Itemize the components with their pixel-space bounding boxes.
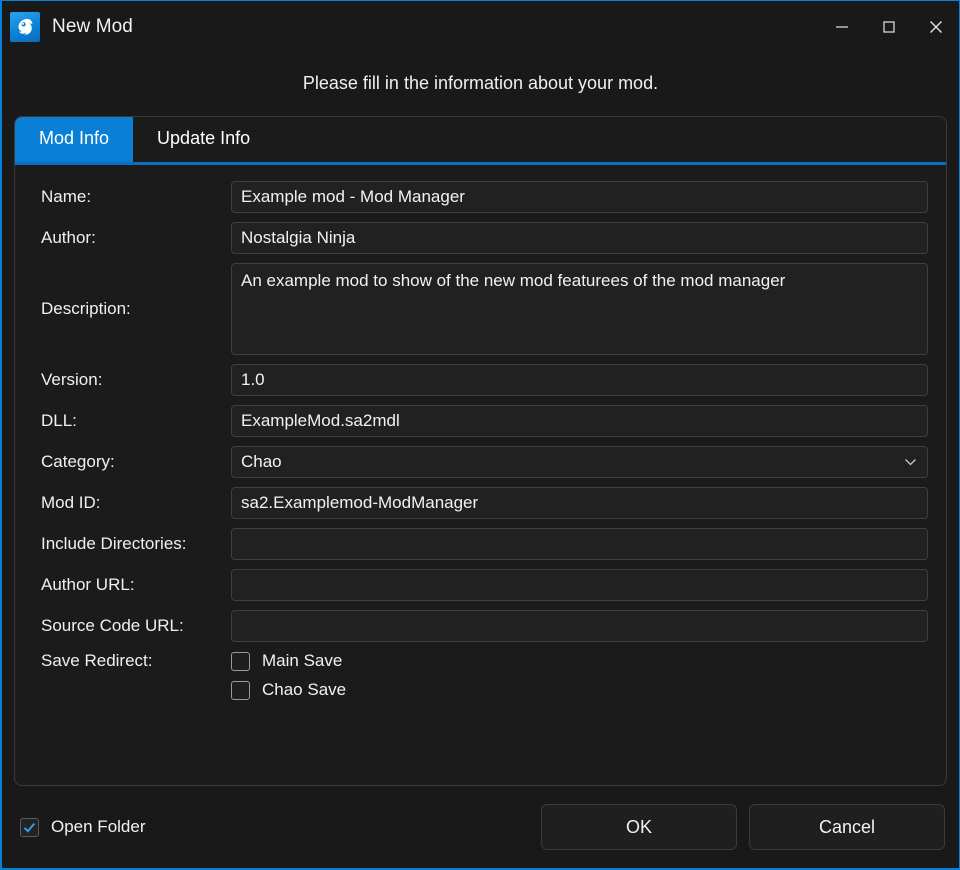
sonic-head-icon — [10, 12, 40, 42]
label-dll: DLL: — [41, 411, 77, 430]
minimize-icon[interactable] — [818, 1, 865, 53]
row-save-redirect-chao: Chao Save — [41, 680, 928, 700]
mod-id-input[interactable] — [231, 487, 928, 519]
row-description: Description: An example mod to show of t… — [41, 263, 928, 355]
tab-panel: Mod Info Update Info Name: Author: Descr… — [14, 116, 947, 786]
label-source-code-url: Source Code URL: — [41, 616, 184, 635]
row-save-redirect-main: Save Redirect: Main Save — [41, 651, 928, 671]
title-bar: New Mod — [2, 1, 959, 53]
category-select[interactable]: Chao — [231, 446, 928, 478]
label-author: Author: — [41, 228, 96, 247]
dialog-subtitle: Please fill in the information about you… — [302, 73, 659, 93]
row-name: Name: — [41, 181, 928, 213]
close-icon[interactable] — [912, 1, 959, 53]
maximize-icon[interactable] — [865, 1, 912, 53]
row-mod-id: Mod ID: — [41, 487, 928, 519]
dialog-footer: Open Folder OK Cancel — [2, 786, 959, 868]
version-input[interactable] — [231, 364, 928, 396]
open-folder-checkbox[interactable] — [20, 817, 39, 837]
row-source-code-url: Source Code URL: — [41, 610, 928, 642]
main-save-checkbox[interactable] — [231, 651, 250, 671]
row-author: Author: — [41, 222, 928, 254]
window-title: New Mod — [52, 16, 133, 37]
source-code-url-input[interactable] — [231, 610, 928, 642]
row-include-directories: Include Directories: — [41, 528, 928, 560]
include-directories-input[interactable] — [231, 528, 928, 560]
mod-info-form: Name: Author: Description: An example mo… — [15, 165, 946, 785]
row-version: Version: — [41, 364, 928, 396]
footer-buttons: OK Cancel — [541, 804, 945, 850]
category-selected-value: Chao — [241, 452, 282, 471]
name-input[interactable] — [231, 181, 928, 213]
label-description: Description: — [41, 299, 131, 318]
description-textarea[interactable]: An example mod to show of the new mod fe… — [231, 263, 928, 355]
tab-update-info[interactable]: Update Info — [133, 117, 274, 162]
tab-mod-info[interactable]: Mod Info — [15, 117, 134, 162]
ok-button[interactable]: OK — [541, 804, 737, 850]
dll-input[interactable] — [231, 405, 928, 437]
label-name: Name: — [41, 187, 92, 206]
open-folder-row[interactable]: Open Folder — [20, 817, 146, 837]
label-save-redirect: Save Redirect: — [41, 651, 153, 670]
new-mod-dialog: New Mod Please fill in the information a… — [0, 0, 960, 870]
label-mod-id: Mod ID: — [41, 493, 101, 512]
chevron-down-icon — [904, 458, 917, 467]
row-dll: DLL: — [41, 405, 928, 437]
chao-save-label: Chao Save — [262, 680, 347, 699]
cancel-button[interactable]: Cancel — [749, 804, 945, 850]
label-version: Version: — [41, 370, 103, 389]
tab-strip: Mod Info Update Info — [15, 117, 946, 162]
chao-save-checkbox[interactable] — [231, 680, 250, 700]
label-category: Category: — [41, 452, 115, 471]
row-category: Category: Chao — [41, 446, 928, 478]
row-author-url: Author URL: — [41, 569, 928, 601]
author-url-input[interactable] — [231, 569, 928, 601]
window-controls — [818, 1, 959, 53]
author-input[interactable] — [231, 222, 928, 254]
open-folder-label: Open Folder — [51, 817, 146, 836]
label-include-directories: Include Directories: — [41, 534, 187, 553]
label-author-url: Author URL: — [41, 575, 135, 594]
main-save-label: Main Save — [262, 651, 343, 670]
